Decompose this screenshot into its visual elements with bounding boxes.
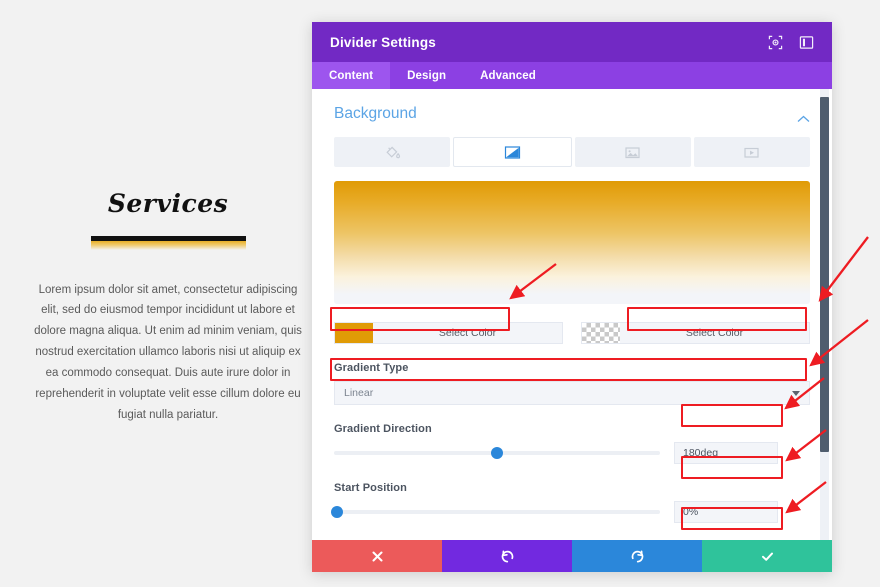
start-position-slider[interactable] — [331, 504, 660, 520]
undo-icon — [501, 550, 513, 562]
select-color-label-start: Select Color — [438, 327, 497, 339]
body-paragraph: Lorem ipsum dolor sit amet, consectetur … — [34, 283, 302, 422]
gradient-preview — [334, 181, 810, 304]
start-position-label: Start Position — [334, 482, 407, 494]
select-color-label-end: Select Color — [685, 327, 744, 339]
background-gradient-tab[interactable] — [453, 137, 572, 167]
color-swatch-end[interactable] — [582, 323, 620, 343]
paint-bucket-icon — [384, 144, 401, 161]
modal-body: Background Select Color Select Color Gra… — [312, 89, 832, 540]
image-icon — [624, 144, 641, 161]
scrollbar-thumb[interactable] — [820, 97, 829, 452]
gradient-direction-slider[interactable] — [334, 445, 660, 461]
cancel-button[interactable] — [312, 540, 442, 572]
settings-scroll-area: Background Select Color Select Color Gra… — [312, 89, 832, 540]
chevron-down-icon — [792, 390, 800, 396]
start-position-row: 0% — [331, 501, 810, 523]
gradient-start-color[interactable]: Select Color — [334, 322, 563, 344]
page-title: Services — [107, 189, 229, 218]
slider-track — [334, 510, 660, 514]
divider-gradient-fade — [90, 240, 246, 250]
gradient-color-row: Select Color Select Color — [334, 322, 810, 344]
gradient-end-color[interactable]: Select Color — [581, 322, 810, 344]
gradient-type-value: Linear — [344, 387, 374, 399]
save-button[interactable] — [702, 540, 832, 572]
focus-target-icon[interactable] — [768, 35, 783, 50]
slider-knob[interactable] — [331, 506, 344, 518]
background-type-selector — [334, 137, 810, 167]
modal-tabs: Content Design Advanced — [312, 62, 832, 89]
gradient-direction-row: 180deg — [334, 442, 810, 464]
modal-header-icons — [768, 35, 814, 50]
tab-advanced[interactable]: Advanced — [463, 62, 553, 89]
tab-design[interactable]: Design — [390, 62, 463, 89]
undo-button[interactable] — [442, 540, 572, 572]
layout-panel-icon[interactable] — [799, 35, 814, 50]
gradient-icon — [504, 144, 521, 161]
gradient-type-select[interactable]: Linear — [334, 381, 810, 405]
gradient-direction-label: Gradient Direction — [334, 423, 432, 435]
background-section-header[interactable]: Background — [334, 105, 810, 137]
slider-knob[interactable] — [491, 447, 503, 459]
color-swatch-start[interactable] — [335, 323, 373, 343]
modal-header: Divider Settings — [312, 22, 832, 62]
section-title-background: Background — [334, 105, 417, 122]
modal-title: Divider Settings — [330, 34, 436, 50]
divider-module — [90, 235, 246, 250]
background-video-tab[interactable] — [693, 137, 810, 167]
gradient-direction-input[interactable]: 180deg — [674, 442, 778, 464]
modal-action-bar — [312, 540, 832, 572]
chevron-up-icon[interactable] — [797, 110, 810, 122]
background-image-tab[interactable] — [574, 137, 691, 167]
site-content-preview: Services Lorem ipsum dolor sit amet, con… — [28, 190, 308, 426]
gradient-type-label: Gradient Type — [334, 362, 409, 374]
redo-icon — [631, 550, 643, 562]
redo-button[interactable] — [572, 540, 702, 572]
tab-content[interactable]: Content — [312, 62, 391, 89]
start-position-input[interactable]: 0% — [674, 501, 778, 523]
divider-settings-modal: Divider Settings Content Design Advanced… — [312, 22, 832, 572]
video-icon — [743, 144, 760, 161]
check-icon — [761, 552, 773, 561]
background-color-tab[interactable] — [334, 137, 451, 167]
close-icon — [372, 551, 382, 561]
